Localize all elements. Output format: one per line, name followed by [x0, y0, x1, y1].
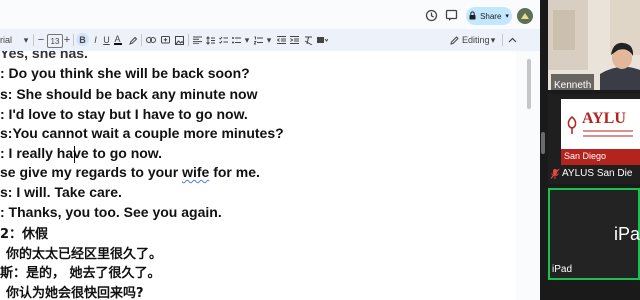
doc-line: se give my regards to your wife for me. [0, 164, 260, 180]
divider [502, 34, 503, 46]
doc-line: 2：休假 [0, 227, 49, 242]
increase-indent-icon[interactable] [289, 32, 299, 48]
underline-button[interactable]: U [102, 32, 111, 48]
video-participants-panel: Kenneth AYLU San Diego AYLUS San Die iPa… [540, 0, 640, 300]
align-left-icon[interactable] [192, 32, 202, 48]
insert-image-icon[interactable] [174, 32, 184, 48]
list-chevron-icon[interactable]: ▾ [244, 32, 250, 48]
participant-tile-aylus[interactable]: AYLU San Diego AYLUS San Die [548, 94, 640, 184]
font-name-select[interactable]: rial [0, 32, 22, 48]
doc-line: : I'd love to stay but I have to go now. [0, 106, 248, 122]
doc-line: : Thanks, you too. See you again. [0, 204, 222, 220]
checklist-icon[interactable] [218, 32, 228, 48]
share-button[interactable]: Share ▾ [466, 7, 512, 25]
comment-icon[interactable] [444, 8, 458, 22]
font-chevron-icon[interactable]: ▾ [22, 32, 30, 48]
color-bar [113, 43, 122, 45]
panel-scroll-handle[interactable] [541, 132, 545, 154]
add-comment-icon[interactable] [160, 32, 170, 48]
collapse-chevron-up-icon[interactable] [507, 32, 517, 48]
torch-icon [567, 116, 577, 134]
doc-line: s:You cannot wait a couple more minutes? [0, 125, 284, 141]
logo-banner: San Diego [561, 149, 640, 165]
docs-toolbar: rial ▾ − 13 + B I U A ▾ ▾ Editing ▾ [0, 29, 540, 51]
history-icon[interactable] [424, 8, 438, 22]
logo-subtitle: San Diego [564, 151, 607, 161]
doc-line: s: She should be back any minute now [0, 86, 258, 102]
link-icon[interactable] [145, 32, 156, 48]
logo-title: AYLU [582, 110, 626, 127]
aylus-logo: AYLU San Diego [561, 99, 640, 165]
participant-name-bar: AYLUS San Die [548, 166, 640, 182]
doc-line: 你认为她会很快回来吗? [6, 286, 144, 300]
font-size-plus-button[interactable]: + [63, 32, 71, 48]
scrollbar-thumb[interactable] [527, 59, 531, 109]
participant-name-badge: Kenneth [551, 74, 595, 90]
doc-line: Yes, she has. [0, 51, 88, 61]
editing-pencil-icon[interactable] [448, 32, 460, 48]
docs-top-bar: Share ▾ [0, 0, 540, 29]
doc-line-start: se give my regards to your [0, 164, 183, 180]
participant-tile-ipad[interactable]: iPa iPad [548, 188, 640, 280]
more-options-icon[interactable] [316, 32, 328, 48]
chevron-down-icon[interactable]: ▾ [505, 12, 509, 20]
text-color-button[interactable]: A [113, 32, 122, 48]
profile-avatar[interactable] [517, 8, 533, 24]
logo-tagline [583, 130, 633, 132]
lock-icon [469, 10, 476, 22]
mode-chevron-icon[interactable]: ▾ [489, 32, 497, 48]
highlight-pen-icon[interactable] [128, 32, 138, 48]
doc-line: : I really have to go now. [0, 145, 163, 161]
divider [141, 34, 142, 46]
editing-mode-label[interactable]: Editing [462, 32, 490, 48]
doc-line: 斯：是的， 她去了很久了。 [0, 266, 161, 281]
italic-button[interactable]: I [91, 32, 100, 48]
bold-button[interactable]: B [76, 33, 89, 46]
spark-icon [521, 13, 529, 19]
divider [73, 34, 74, 46]
participant-name: AYLUS San Die [562, 168, 633, 179]
docs-window: Share ▾ rial ▾ − 13 + B I U A ▾ ▾ Editin… [0, 0, 540, 300]
divider [33, 34, 34, 46]
logo-tagline [583, 135, 633, 137]
font-size-input[interactable]: 13 [47, 34, 63, 48]
participant-tile-kenneth[interactable]: Kenneth [548, 0, 640, 90]
doc-line-end: for me. [209, 164, 260, 180]
document-page[interactable]: Yes, she has. : Do you think she will be… [0, 51, 516, 300]
doc-line: s: I will. Take care. [0, 184, 122, 200]
divider [188, 34, 189, 46]
clear-formatting-icon[interactable] [303, 32, 313, 48]
mic-muted-icon [550, 167, 560, 184]
participant-center-name: iPa [614, 224, 640, 244]
participant-name: iPad [552, 264, 573, 275]
text-color-label: A [114, 34, 121, 44]
participant-name: Kenneth [554, 80, 592, 90]
list-chevron-icon[interactable]: ▾ [266, 32, 272, 48]
doc-line: 你的太太已经区里很久了。 [6, 247, 163, 262]
font-size-minus-button[interactable]: − [37, 32, 45, 48]
scrollbar-track[interactable] [516, 51, 540, 300]
bulleted-list-icon[interactable] [231, 32, 241, 48]
numbered-list-icon[interactable] [253, 32, 263, 48]
doc-line: : Do you think she will be back soon? [0, 65, 250, 81]
share-label: Share [480, 11, 502, 21]
line-spacing-icon[interactable] [205, 32, 215, 48]
spellcheck-underlined-word[interactable]: wife [182, 164, 209, 180]
text-cursor [74, 146, 75, 163]
decrease-indent-icon[interactable] [276, 32, 286, 48]
